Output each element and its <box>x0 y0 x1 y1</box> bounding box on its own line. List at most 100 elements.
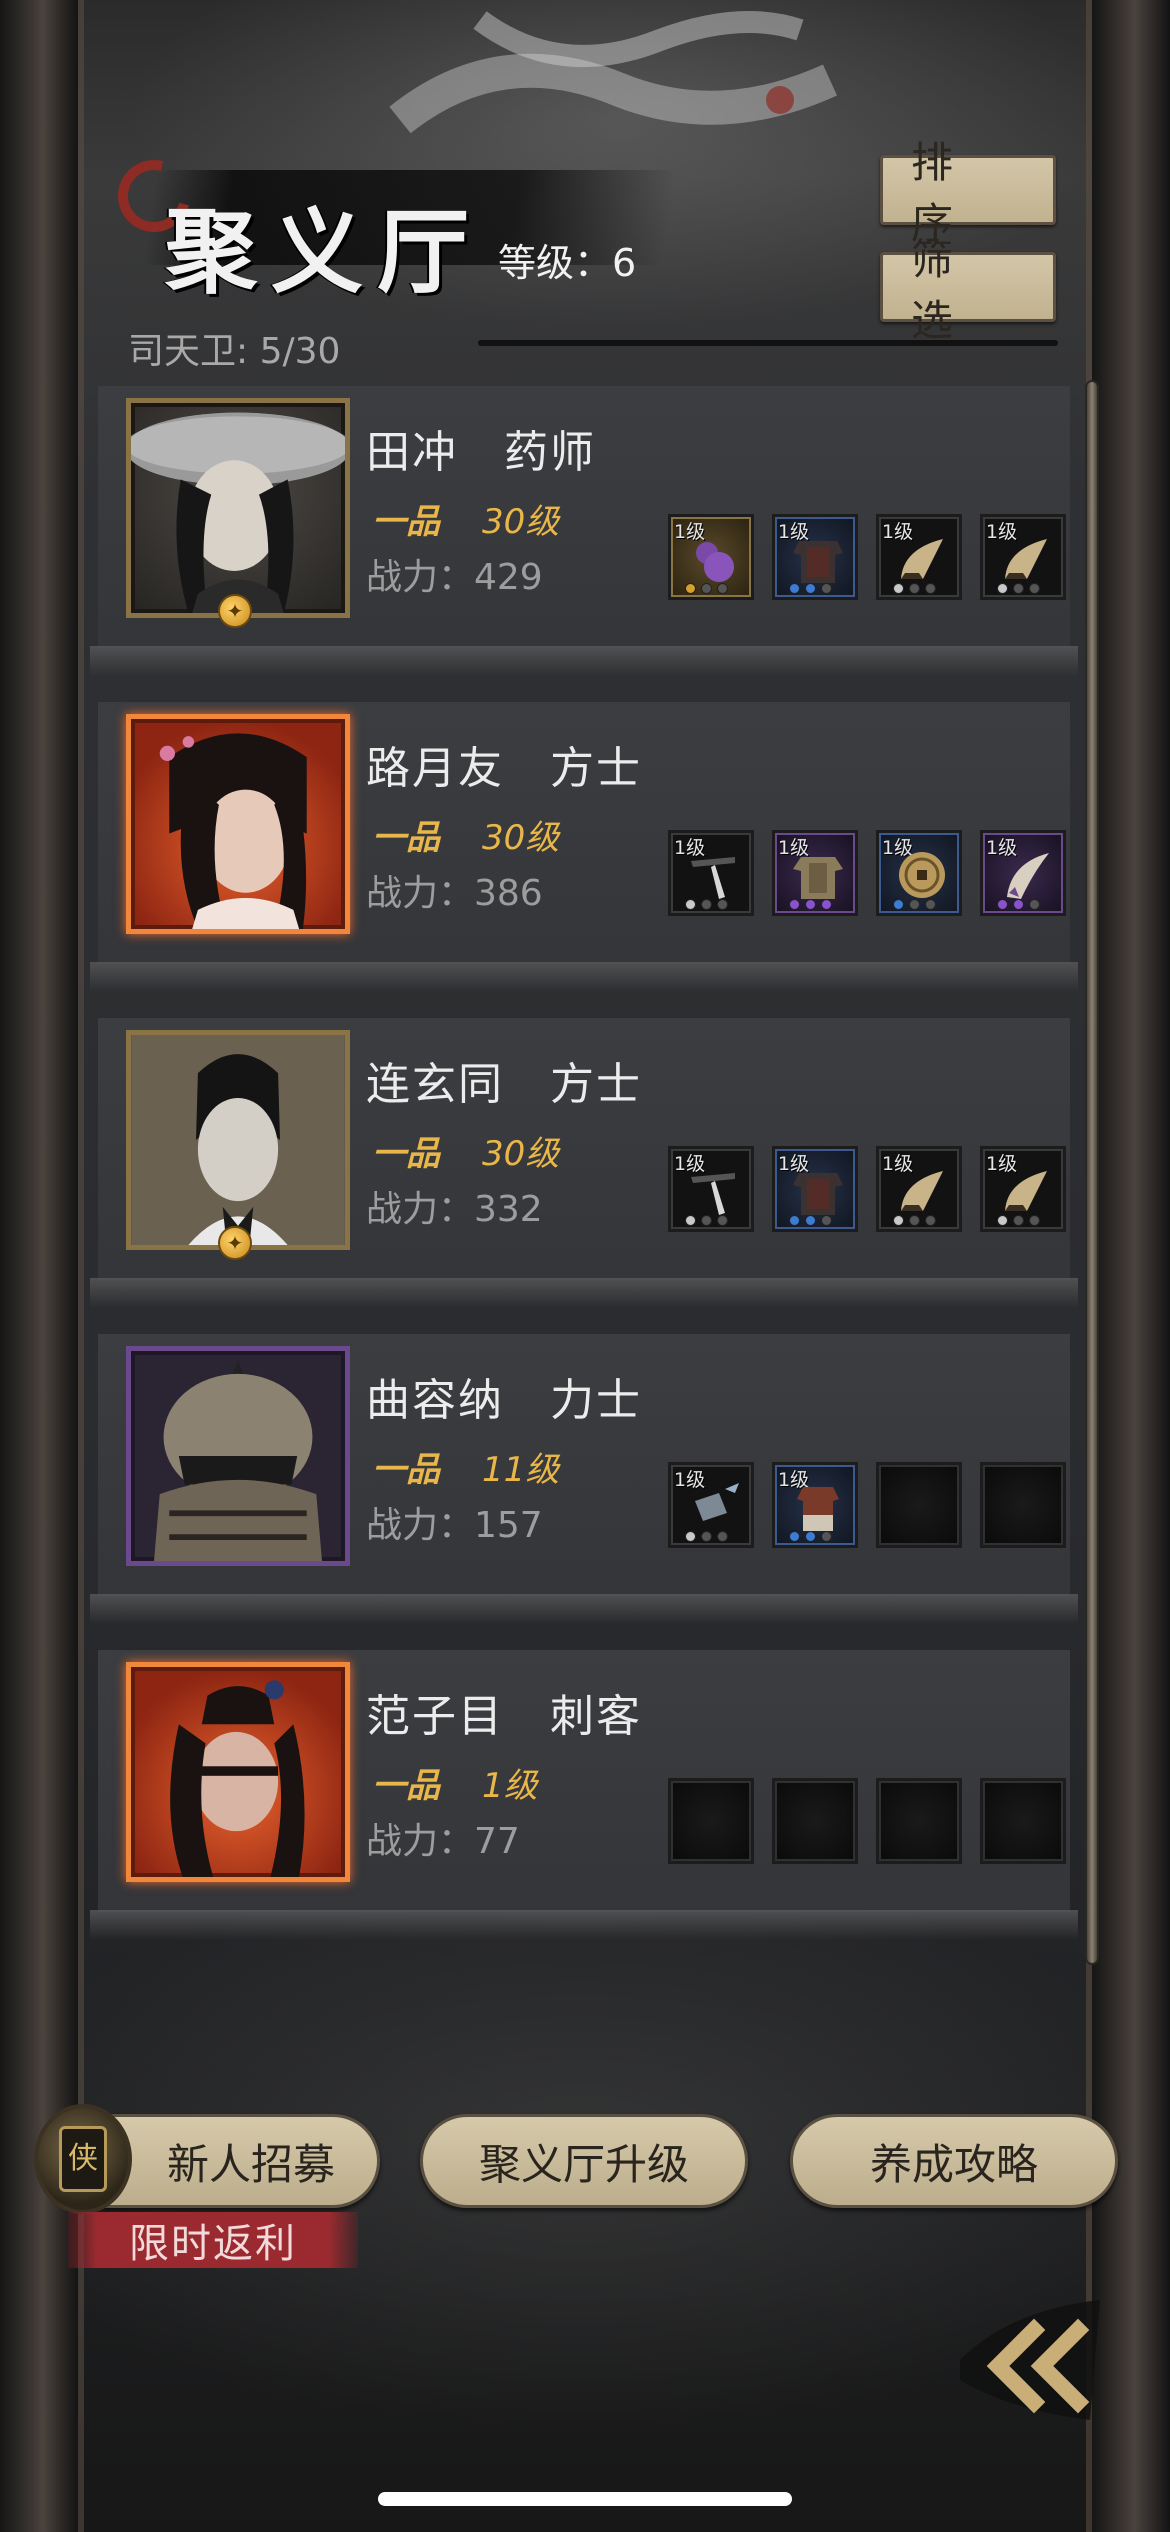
hero-name: 路月友 方士 <box>366 743 642 794</box>
staff-icon <box>691 857 735 899</box>
hero-grade: 一品 <box>372 1766 440 1806</box>
equipment-slot[interactable]: 1级 <box>668 830 754 916</box>
robe-icon <box>793 857 843 899</box>
equipment-slot[interactable]: 1级 <box>980 1146 1066 1232</box>
equipment-slot[interactable]: 1级 <box>876 830 962 916</box>
hero-portrait[interactable] <box>126 1346 350 1566</box>
equipment-slot[interactable]: 1级 <box>668 1462 754 1548</box>
hero-portrait[interactable] <box>126 1662 350 1882</box>
hero-level: 30级 <box>482 818 560 858</box>
hall-level: 等级：6 <box>498 241 637 285</box>
header: 聚义厅 等级：6 司天卫: 5/30 排序 筛选 <box>0 0 1170 372</box>
sort-button[interactable]: 排序 <box>880 138 1056 248</box>
star-dots <box>685 1215 728 1226</box>
equipment-slot-empty[interactable] <box>980 1462 1066 1548</box>
hero-portrait-image <box>170 1680 305 1877</box>
list-scrollbar[interactable] <box>1085 380 1099 1965</box>
equipment-slots: 1级 1级 1级 1级 <box>668 514 1066 600</box>
hero-row[interactable]: ✦ 连玄同 方士 一品 30级 战力：332 1级 1级 1级 1级 <box>90 1018 1078 1308</box>
armor-icon <box>793 541 843 583</box>
vest-icon <box>797 1487 839 1531</box>
star-dots <box>789 1215 832 1226</box>
equipment-slot[interactable]: 1级 <box>876 514 962 600</box>
guard-count: 司天卫: 5/30 <box>128 331 341 372</box>
hero-name: 连玄同 方士 <box>366 1059 642 1110</box>
star-dots <box>685 583 728 594</box>
training-guide-button[interactable]: 养成攻略 <box>790 2114 1118 2208</box>
star-dots <box>893 583 936 594</box>
hero-row[interactable]: 范子目 刺客 一品 1级 战力：77 <box>90 1650 1078 1940</box>
hero-grade: 一品 <box>372 818 440 858</box>
recruit-emblem-icon[interactable]: 侠 <box>34 2104 132 2214</box>
equipment-slots: 1级 1级 1级 1级 <box>668 830 1066 916</box>
coin-icon <box>899 852 945 898</box>
purple-gourd-icon <box>696 542 734 582</box>
hero-portrait-image <box>131 1035 345 1245</box>
hero-power: 战力：386 <box>366 873 543 914</box>
equipment-slot[interactable]: 1级 <box>772 514 858 600</box>
equipment-slot-empty[interactable] <box>772 1778 858 1864</box>
hero-list[interactable]: ✦ 田冲 药师 一品 30级 战力：429 1级 1级 1级 1级 路月友 方士… <box>90 386 1078 1940</box>
equipment-slot-empty[interactable] <box>876 1778 962 1864</box>
hero-level: 11级 <box>482 1450 560 1490</box>
equipment-slot[interactable]: 1级 <box>668 514 754 600</box>
horn-icon <box>901 1171 943 1211</box>
horn-icon <box>1005 1171 1047 1211</box>
hero-name: 范子目 刺客 <box>366 1691 642 1742</box>
hero-portrait[interactable] <box>126 714 350 934</box>
hero-power: 战力：332 <box>366 1189 543 1230</box>
equipment-slots: 1级 1级 1级 1级 <box>668 1146 1066 1232</box>
horn-icon <box>901 539 943 579</box>
hero-level: 30级 <box>482 502 560 542</box>
hero-name: 田冲 药师 <box>366 427 596 478</box>
hero-name: 曲容纳 力士 <box>366 1375 642 1426</box>
hero-portrait[interactable] <box>126 398 350 618</box>
equipment-slot[interactable]: 1级 <box>876 1146 962 1232</box>
equipment-slot[interactable]: 1级 <box>772 1146 858 1232</box>
hero-row[interactable]: 曲容纳 力士 一品 11级 战力：157 1级 1级 <box>90 1334 1078 1624</box>
equipment-slot-empty[interactable] <box>980 1778 1066 1864</box>
hero-row[interactable]: ✦ 田冲 药师 一品 30级 战力：429 1级 1级 1级 1级 <box>90 386 1078 676</box>
hero-grade: 一品 <box>372 502 440 542</box>
hero-power: 战力：157 <box>366 1505 543 1546</box>
page-title: 聚义厅 <box>165 198 484 306</box>
star-dots <box>893 899 936 910</box>
hero-portrait-image <box>131 412 345 613</box>
star-dots <box>685 1531 728 1542</box>
horn-icon <box>1005 539 1047 579</box>
hero-element-badge: ✦ <box>218 1226 252 1260</box>
star-dots <box>789 583 832 594</box>
limited-rebate-banner[interactable]: 限时返利 <box>68 2212 358 2268</box>
equipment-slot-empty[interactable] <box>668 1778 754 1864</box>
hero-element-badge: ✦ <box>218 594 252 628</box>
star-dots <box>789 899 832 910</box>
hero-row[interactable]: 路月友 方士 一品 30级 战力：386 1级 1级 1级 1级 <box>90 702 1078 992</box>
equipment-slot[interactable]: 1级 <box>668 1146 754 1232</box>
hero-portrait-image <box>154 1360 322 1561</box>
hero-grade: 一品 <box>372 1134 440 1174</box>
hero-power: 战力：429 <box>366 557 543 598</box>
star-dots <box>789 1531 832 1542</box>
equipment-slot-empty[interactable] <box>876 1462 962 1548</box>
home-indicator[interactable] <box>378 2492 792 2506</box>
hero-power: 战力：77 <box>366 1821 520 1862</box>
claw-icon <box>1007 853 1049 899</box>
equipment-slot[interactable]: 1级 <box>772 830 858 916</box>
hero-portrait[interactable] <box>126 1030 350 1250</box>
staff-icon <box>691 1173 735 1215</box>
equipment-slot[interactable]: 1级 <box>772 1462 858 1548</box>
equipment-slots <box>668 1778 1066 1864</box>
hero-level: 1级 <box>482 1766 538 1806</box>
star-dots <box>997 583 1040 594</box>
hall-upgrade-button[interactable]: 聚义厅升级 <box>420 2114 748 2208</box>
hero-portrait-image <box>159 733 307 929</box>
star-dots <box>685 899 728 910</box>
hammer-icon <box>695 1483 739 1521</box>
equipment-slot[interactable]: 1级 <box>980 514 1066 600</box>
star-dots <box>997 1215 1040 1226</box>
filter-button[interactable]: 筛选 <box>880 235 1056 345</box>
double-chevron-left-icon[interactable] <box>950 2290 1120 2440</box>
equipment-slot[interactable]: 1级 <box>980 830 1066 916</box>
equipment-slots: 1级 1级 <box>668 1462 1066 1548</box>
hero-grade: 一品 <box>372 1450 440 1490</box>
